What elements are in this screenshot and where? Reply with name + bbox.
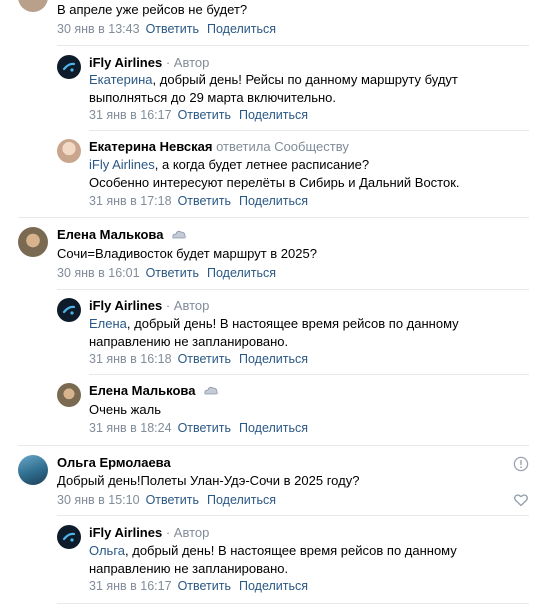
comment-meta: 31 янв в 16:17 Ответить Поделиться: [89, 107, 308, 123]
share-button[interactable]: Поделиться: [207, 493, 276, 507]
divider: [57, 289, 529, 290]
divider: [18, 217, 529, 218]
comment-meta: 30 янв в 15:10 Ответить Поделиться: [57, 492, 276, 508]
reply-button[interactable]: Ответить: [146, 266, 199, 280]
share-button[interactable]: Поделиться: [207, 22, 276, 36]
comment-text: Очень жаль: [89, 402, 161, 417]
comment-text: Добрый день!Полеты Улан-Удэ-Сочи в 2025 …: [57, 473, 360, 488]
avatar[interactable]: [57, 298, 81, 322]
comment-date[interactable]: 31 янв в 16:18: [89, 352, 172, 366]
author-name[interactable]: iFly Airlines: [89, 55, 162, 70]
divider: [57, 515, 529, 516]
heart-icon[interactable]: [513, 492, 529, 508]
avatar[interactable]: [18, 227, 48, 257]
reply-button[interactable]: Ответить: [178, 421, 231, 435]
comment-text: Екатерина, добрый день! Рейсы по данному…: [89, 72, 458, 105]
author-name[interactable]: Екатерина Невская: [89, 139, 212, 154]
mention-link[interactable]: Елена: [89, 316, 127, 331]
comment-author-row: iFly Airlines · Автор: [89, 298, 209, 314]
comment-author-row: iFly Airlines · Автор: [89, 55, 209, 71]
comment-text: В апреле уже рейсов не будет?: [57, 2, 248, 17]
comment-text: Сочи=Владивосток будет маршрут в 2025?: [57, 246, 317, 261]
comment-author-row: Екатерина Невская ответила Сообществу: [89, 139, 349, 155]
cloud-icon: [204, 386, 218, 395]
comment-meta: 30 янв в 16:01 Ответить Поделиться: [57, 265, 276, 281]
comment-meta: 31 янв в 18:24 Ответить Поделиться: [89, 420, 308, 436]
comment-date[interactable]: 31 янв в 16:17: [89, 108, 172, 122]
reply-button[interactable]: Ответить: [178, 352, 231, 366]
avatar[interactable]: [57, 139, 81, 163]
comment-author-row: Елена Малькова: [89, 383, 219, 399]
avatar[interactable]: [57, 525, 81, 549]
divider: [89, 130, 529, 131]
mention-link[interactable]: Екатерина: [89, 72, 153, 87]
comment-author-row: iFly Airlines · Автор: [89, 525, 209, 541]
author-name[interactable]: iFly Airlines: [89, 298, 162, 313]
comment-text: Елена, добрый день! В настоящее время ре…: [89, 316, 459, 349]
replied-to: ответила Сообществу: [216, 139, 349, 154]
reply-button[interactable]: Ответить: [178, 108, 231, 122]
author-role: · Автор: [165, 298, 210, 313]
comment-text: Ольга, добрый день! В настоящее время ре…: [89, 543, 457, 576]
mention-link[interactable]: Ольга: [89, 543, 125, 558]
avatar[interactable]: [57, 383, 81, 407]
reply-button[interactable]: Ответить: [146, 493, 199, 507]
comment-date[interactable]: 31 янв в 18:24: [89, 421, 172, 435]
avatar[interactable]: [18, 455, 48, 485]
share-button[interactable]: Поделиться: [239, 194, 308, 208]
cloud-icon: [172, 230, 186, 239]
report-icon[interactable]: [513, 456, 529, 472]
author-role: · Автор: [165, 55, 210, 70]
avatar[interactable]: [57, 55, 81, 79]
ifly-logo-icon: [62, 532, 76, 542]
author-role: · Автор: [165, 525, 210, 540]
share-button[interactable]: Поделиться: [239, 579, 308, 593]
share-button[interactable]: Поделиться: [239, 421, 308, 435]
author-name[interactable]: Елена Малькова: [57, 227, 163, 242]
comment-text: iFly Airlines, а когда будет летнее расп…: [89, 157, 460, 190]
reply-button[interactable]: Ответить: [178, 579, 231, 593]
comment-author-row: Ольга Ермолаева: [57, 455, 171, 471]
ifly-logo-icon: [62, 305, 76, 315]
comment-meta: 31 янв в 16:17 Ответить Поделиться: [89, 578, 308, 594]
comment-meta: 31 янв в 16:18 Ответить Поделиться: [89, 351, 308, 367]
divider: [57, 45, 529, 46]
divider: [89, 374, 529, 375]
author-name[interactable]: iFly Airlines: [89, 525, 162, 540]
share-button[interactable]: Поделиться: [239, 108, 308, 122]
ifly-logo-icon: [62, 62, 76, 72]
comment-date[interactable]: 31 янв в 16:17: [89, 579, 172, 593]
comment-meta: 30 янв в 13:43 Ответить Поделиться: [57, 21, 276, 37]
comment-date[interactable]: 30 янв в 13:43: [57, 22, 140, 36]
reply-button[interactable]: Ответить: [178, 194, 231, 208]
avatar[interactable]: [18, 0, 48, 12]
divider: [18, 445, 529, 446]
share-button[interactable]: Поделиться: [239, 352, 308, 366]
comment-meta: 31 янв в 17:18 Ответить Поделиться: [89, 193, 308, 209]
share-button[interactable]: Поделиться: [207, 266, 276, 280]
reply-button[interactable]: Ответить: [146, 22, 199, 36]
comment-date[interactable]: 30 янв в 15:10: [57, 493, 140, 507]
author-name[interactable]: Ольга Ермолаева: [57, 455, 171, 470]
divider: [57, 603, 529, 604]
mention-link[interactable]: iFly Airlines: [89, 157, 155, 172]
comment-author-row: Елена Малькова: [57, 227, 187, 243]
author-name[interactable]: Елена Малькова: [89, 383, 195, 398]
comment-date[interactable]: 30 янв в 16:01: [57, 266, 140, 280]
comment-date[interactable]: 31 янв в 17:18: [89, 194, 172, 208]
